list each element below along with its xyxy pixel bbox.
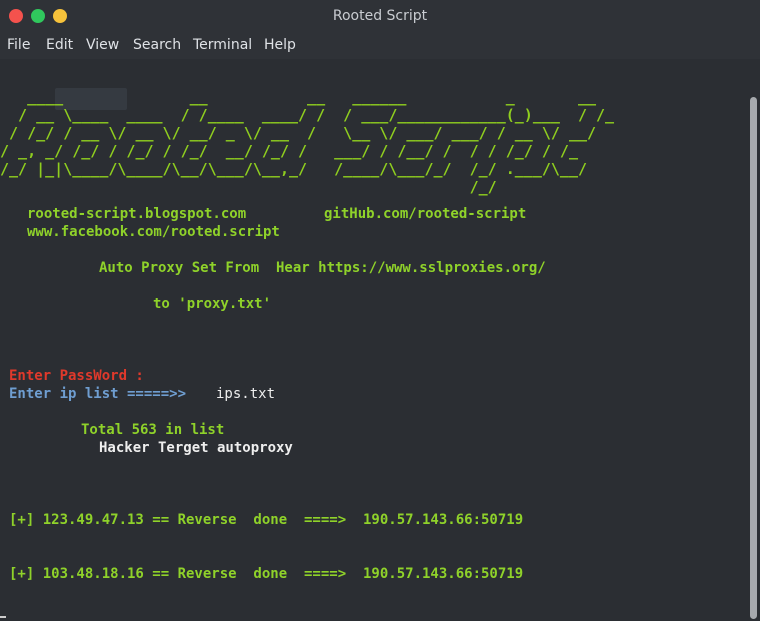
menu-file[interactable]: File xyxy=(7,37,30,53)
menu-edit[interactable]: Edit xyxy=(46,37,73,53)
menu-bar: File Edit View Search Terminal Help xyxy=(0,33,760,59)
mode-line: Hacker Terget autoproxy xyxy=(99,440,293,456)
result-line: [+] 123.49.47.13 == Reverse done ====> 1… xyxy=(9,512,524,528)
menu-search[interactable]: Search xyxy=(133,37,181,53)
facebook-link-text: www.facebook.com/rooted.script xyxy=(27,224,280,240)
password-prompt: Enter PassWord : xyxy=(9,368,144,384)
github-link-text: gitHub.com/rooted-script xyxy=(324,206,527,222)
window-title: Rooted Script xyxy=(332,8,428,24)
total-count-line: Total 563 in list xyxy=(81,422,225,438)
menu-terminal[interactable]: Terminal xyxy=(193,37,252,53)
ip-list-value: ips.txt xyxy=(216,386,276,402)
ascii-banner: ____ __ __ ______ _ __ / __ \____ ____ /… xyxy=(0,88,615,196)
vertical-scrollbar[interactable] xyxy=(748,59,760,621)
ip-list-prompt: Enter ip list =====>> xyxy=(9,386,187,402)
scrollbar-thumb[interactable] xyxy=(750,97,757,619)
result-line: [+] 103.48.18.16 == Reverse done ====> 1… xyxy=(9,566,524,582)
blog-link-text: rooted-script.blogspot.com xyxy=(27,206,247,222)
menu-help[interactable]: Help xyxy=(264,37,296,53)
proxy-source-line: Auto Proxy Set From Hear https://www.ssl… xyxy=(99,260,546,276)
menu-view[interactable]: View xyxy=(86,37,119,53)
terminal-cursor xyxy=(0,616,6,618)
title-bar: Rooted Script xyxy=(0,0,760,33)
proxy-file-line: to 'proxy.txt' xyxy=(153,296,272,312)
terminal-window: Rooted Script File Edit View Search Term… xyxy=(0,0,760,621)
